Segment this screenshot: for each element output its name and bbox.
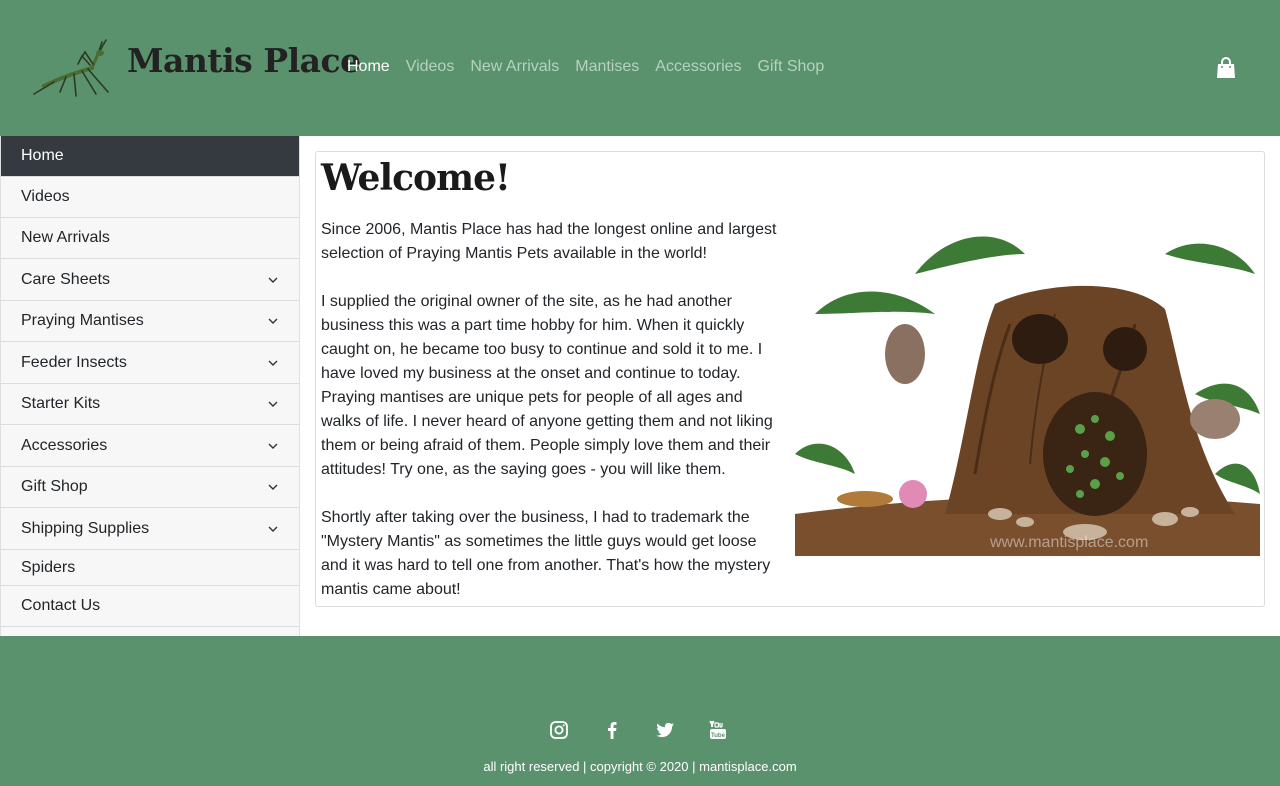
sidebar-item-label: Videos bbox=[21, 188, 70, 205]
site-header: Mantis Place Home Videos New Arrivals Ma… bbox=[0, 0, 1280, 136]
sidebar-item-label: Shipping Supplies bbox=[21, 519, 150, 537]
sidebar-item-accessories[interactable]: Accessories bbox=[1, 425, 299, 467]
sidebar-item-home[interactable]: Home bbox=[1, 136, 299, 177]
sidebar-item-label: Gift Shop bbox=[21, 478, 88, 495]
sidebar-item-label: Home bbox=[21, 147, 64, 164]
youtube-icon[interactable]: Tube bbox=[708, 720, 728, 740]
sidebar-item-label: Praying Mantises bbox=[21, 312, 144, 329]
image-watermark: www.mantisplace.com bbox=[990, 534, 1149, 551]
svg-text:Tube: Tube bbox=[711, 733, 726, 739]
chevron-down-icon[interactable] bbox=[267, 274, 279, 286]
sidebar-item-label: New Arrivals bbox=[21, 229, 110, 246]
shopping-bag-icon[interactable] bbox=[1214, 56, 1238, 80]
sidebar-item-label: Accessories bbox=[21, 436, 108, 454]
welcome-text: Since 2006, Mantis Place has had the lon… bbox=[321, 218, 786, 626]
site-footer: Tube all right reserved | copyright © 20… bbox=[0, 636, 1280, 786]
sidebar-item-label: Contact Us bbox=[21, 597, 101, 614]
sidebar-item-contact-us[interactable]: Contact Us bbox=[1, 586, 299, 627]
chevron-down-icon[interactable] bbox=[267, 315, 279, 327]
chevron-down-icon[interactable] bbox=[267, 481, 279, 493]
twitter-icon[interactable] bbox=[655, 720, 675, 740]
main-nav: Home Videos New Arrivals Mantises Access… bbox=[339, 58, 832, 76]
sidebar-item-label: Care Sheets bbox=[21, 270, 110, 288]
welcome-card: Welcome! Since 2006, Mantis Place has ha… bbox=[315, 151, 1265, 607]
sidebar-item-praying-mantises[interactable]: Praying Mantises bbox=[1, 301, 299, 342]
chevron-down-icon[interactable] bbox=[267, 357, 279, 369]
chevron-down-icon[interactable] bbox=[267, 440, 279, 452]
mantis-tree-illustration: www.mantisplace.com bbox=[795, 214, 1260, 556]
sidebar-item-label: Feeder Insects bbox=[21, 353, 127, 371]
sidebar-menu: Home Videos New Arrivals Care Sheets Praying… bbox=[0, 136, 300, 636]
page-title: Welcome! bbox=[321, 157, 511, 199]
nav-gift-shop[interactable]: Gift Shop bbox=[750, 58, 833, 76]
site-logo[interactable]: Mantis Place bbox=[30, 34, 361, 100]
sidebar-item-shipping-supplies[interactable]: Shipping Supplies bbox=[1, 508, 299, 550]
nav-new-arrivals[interactable]: New Arrivals bbox=[462, 58, 567, 76]
sidebar-item-care-sheets[interactable]: Care Sheets bbox=[1, 259, 299, 301]
tree-stump-image bbox=[795, 214, 1260, 556]
mantis-logo-icon bbox=[33, 39, 109, 97]
chevron-down-icon[interactable] bbox=[267, 523, 279, 535]
nav-home[interactable]: Home bbox=[339, 58, 398, 76]
nav-mantises[interactable]: Mantises bbox=[567, 58, 647, 76]
facebook-icon[interactable] bbox=[602, 720, 622, 740]
instagram-icon[interactable] bbox=[549, 720, 569, 740]
sidebar-item-videos[interactable]: Videos bbox=[1, 177, 299, 218]
social-links: Tube bbox=[549, 720, 761, 740]
logo-text: Mantis Place bbox=[127, 41, 361, 80]
sidebar-item-gift-shop[interactable]: Gift Shop bbox=[1, 467, 299, 508]
nav-videos[interactable]: Videos bbox=[398, 58, 463, 76]
paragraph: I supplied the original owner of the sit… bbox=[321, 293, 773, 478]
sidebar-item-spiders[interactable]: Spiders bbox=[1, 550, 299, 586]
sidebar-item-label: Spiders bbox=[21, 558, 76, 576]
copyright-text: all right reserved | copyright © 2020 | … bbox=[483, 759, 797, 774]
paragraph: Shortly after taking over the business, … bbox=[321, 509, 771, 598]
sidebar-item-new-arrivals[interactable]: New Arrivals bbox=[1, 218, 299, 259]
chevron-down-icon[interactable] bbox=[267, 398, 279, 410]
paragraph: Since 2006, Mantis Place has had the lon… bbox=[321, 221, 777, 262]
sidebar-item-label: Starter Kits bbox=[21, 395, 101, 412]
sidebar-item-feeder-insects[interactable]: Feeder Insects bbox=[1, 342, 299, 384]
sidebar-item-starter-kits[interactable]: Starter Kits bbox=[1, 384, 299, 425]
nav-accessories[interactable]: Accessories bbox=[647, 58, 749, 76]
